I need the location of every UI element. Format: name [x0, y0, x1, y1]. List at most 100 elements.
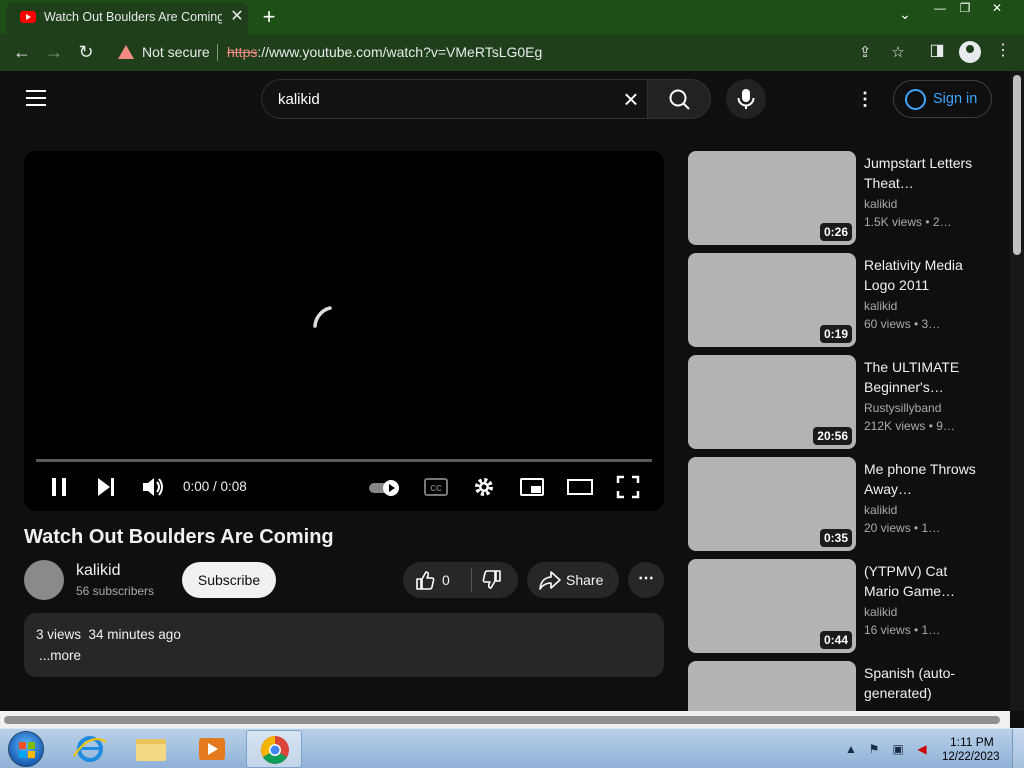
- back-button[interactable]: ←: [9, 40, 35, 64]
- duration-badge: 20:56: [813, 427, 852, 445]
- channel-avatar[interactable]: [24, 560, 64, 600]
- show-desktop-button[interactable]: [1012, 729, 1024, 768]
- recommendation-item[interactable]: 20:56 The ULTIMATE Beginner's… Rustysill…: [688, 355, 998, 449]
- recommendation-title[interactable]: (YTPMV) Cat Mario Game…: [864, 561, 984, 601]
- recommendation-channel[interactable]: kalikid: [864, 197, 897, 211]
- taskbar-chrome[interactable]: [246, 730, 302, 768]
- more-actions-button[interactable]: ⋯: [628, 562, 664, 598]
- account-icon: [905, 89, 926, 110]
- more-link[interactable]: ...more: [39, 648, 81, 663]
- warning-icon: [118, 45, 134, 59]
- share-button[interactable]: Share: [527, 562, 619, 598]
- video-title: Watch Out Boulders Are Coming: [24, 526, 334, 548]
- progress-bar[interactable]: [36, 459, 652, 462]
- settings-gear-icon[interactable]: [471, 474, 497, 500]
- scrollbar-thumb[interactable]: [1013, 75, 1021, 255]
- chrome-menu-icon[interactable]: ⋮: [992, 40, 1014, 62]
- autoplay-toggle[interactable]: [367, 474, 403, 500]
- browser-tabstrip: Watch Out Boulders Are Coming ✕ + ⌄ — ❐ …: [0, 0, 1024, 34]
- thumbnail[interactable]: [688, 661, 856, 711]
- thumbnail[interactable]: 0:26: [688, 151, 856, 245]
- pause-icon[interactable]: [46, 474, 72, 500]
- recommendation-channel[interactable]: kalikid: [864, 299, 897, 313]
- recommendation-title[interactable]: Me phone Throws Away…: [864, 459, 984, 499]
- address-bar[interactable]: Not secure https://www.youtube.com/watch…: [108, 38, 918, 67]
- volume-icon[interactable]: [139, 474, 167, 500]
- video-player[interactable]: 0:00 / 0:08 CC: [24, 151, 664, 511]
- restore-button[interactable]: ❐: [949, 0, 981, 18]
- recommendation-title[interactable]: Jumpstart Letters Theat…: [864, 153, 984, 193]
- theater-mode-icon[interactable]: [565, 474, 595, 500]
- like-dislike-group: 0: [403, 562, 518, 598]
- taskbar-explorer[interactable]: [123, 730, 179, 768]
- thumbnail[interactable]: 20:56: [688, 355, 856, 449]
- recommendation-channel[interactable]: kalikid: [864, 503, 897, 517]
- like-count: 0: [442, 572, 450, 588]
- url-text[interactable]: https://www.youtube.com/watch?v=VMeRTsLG…: [227, 44, 542, 60]
- clear-search-icon[interactable]: ×: [618, 86, 644, 112]
- captions-icon[interactable]: CC: [422, 474, 450, 500]
- taskbar: ▲ ⚑ ▣ ◀ 1:11 PM 12/22/2023: [0, 728, 1024, 768]
- sign-in-button[interactable]: Sign in: [893, 80, 992, 118]
- chevron-down-icon[interactable]: ⌄: [893, 6, 917, 28]
- like-button[interactable]: 0: [403, 562, 471, 598]
- recommendation-meta: 1.5K views • 2…: [864, 215, 952, 229]
- loading-spinner-icon: [313, 306, 332, 328]
- recommendation-channel[interactable]: kalikid: [864, 605, 897, 619]
- recommendation-item[interactable]: Spanish (auto-generated): [688, 661, 998, 711]
- profile-avatar-icon[interactable]: [959, 41, 981, 63]
- search-button[interactable]: [647, 79, 711, 119]
- search-input[interactable]: kalikid ×: [261, 79, 648, 119]
- close-window-button[interactable]: ✕: [981, 0, 1013, 18]
- forward-button[interactable]: →: [41, 40, 67, 64]
- scrollbar-thumb[interactable]: [4, 716, 1000, 724]
- subscribe-button[interactable]: Subscribe: [182, 562, 276, 598]
- youtube-favicon-icon: [20, 11, 36, 23]
- chrome-icon: [261, 736, 289, 764]
- recommendation-channel[interactable]: Rustysillyband: [864, 401, 941, 415]
- side-panel-icon[interactable]: ◨: [926, 40, 948, 62]
- security-label[interactable]: Not secure: [142, 44, 210, 60]
- thumbnail[interactable]: 0:44: [688, 559, 856, 653]
- folder-icon: [136, 739, 166, 761]
- taskbar-media-player[interactable]: [184, 730, 240, 768]
- recommendation-item[interactable]: 0:26 Jumpstart Letters Theat… kalikid 1.…: [688, 151, 998, 245]
- miniplayer-icon[interactable]: [518, 474, 546, 500]
- share-label: Share: [566, 572, 604, 588]
- browser-tab[interactable]: Watch Out Boulders Are Coming ✕: [6, 2, 248, 34]
- new-tab-button[interactable]: +: [256, 4, 282, 30]
- share-page-icon[interactable]: ⇪: [855, 43, 875, 63]
- view-count-date: 3 views 34 minutes ago: [36, 627, 181, 642]
- network-icon[interactable]: ▣: [890, 741, 906, 757]
- taskbar-ie[interactable]: [62, 730, 118, 768]
- thumbnail[interactable]: 0:19: [688, 253, 856, 347]
- volume-muted-icon[interactable]: ◀: [914, 741, 930, 757]
- recommendation-title[interactable]: Relativity Media Logo 2011: [864, 255, 984, 295]
- settings-more-icon[interactable]: ⋮: [855, 88, 875, 110]
- fullscreen-icon[interactable]: [615, 474, 641, 500]
- close-tab-icon[interactable]: ✕: [228, 8, 246, 26]
- action-center-flag-icon[interactable]: ⚑: [866, 741, 882, 757]
- channel-name[interactable]: kalikid: [76, 562, 120, 580]
- hamburger-menu-icon[interactable]: [26, 90, 46, 106]
- bookmark-star-icon[interactable]: ☆: [888, 43, 908, 63]
- reload-button[interactable]: ↻: [73, 40, 99, 64]
- recommendation-item[interactable]: 0:35 Me phone Throws Away… kalikid 20 vi…: [688, 457, 998, 551]
- recommendation-meta: 20 views • 1…: [864, 521, 941, 535]
- recommendation-item[interactable]: 0:19 Relativity Media Logo 2011 kalikid …: [688, 253, 998, 347]
- voice-search-button[interactable]: [726, 79, 766, 119]
- clock-time[interactable]: 1:11 PM: [950, 735, 994, 749]
- tray-expand-icon[interactable]: ▲: [843, 741, 859, 757]
- dislike-button[interactable]: [472, 562, 518, 598]
- horizontal-scrollbar[interactable]: [0, 711, 1010, 728]
- start-button[interactable]: [8, 731, 44, 767]
- internet-explorer-icon: [73, 736, 107, 762]
- thumbnail[interactable]: 0:35: [688, 457, 856, 551]
- vertical-scrollbar[interactable]: [1010, 71, 1024, 711]
- clock-date[interactable]: 12/22/2023: [942, 751, 1000, 763]
- next-icon[interactable]: [93, 474, 119, 500]
- recommendation-title[interactable]: Spanish (auto-generated): [864, 663, 984, 703]
- recommendation-item[interactable]: 0:44 (YTPMV) Cat Mario Game… kalikid 16 …: [688, 559, 998, 653]
- description-box[interactable]: 3 views 34 minutes ago ...more: [24, 613, 664, 677]
- recommendation-title[interactable]: The ULTIMATE Beginner's…: [864, 357, 984, 397]
